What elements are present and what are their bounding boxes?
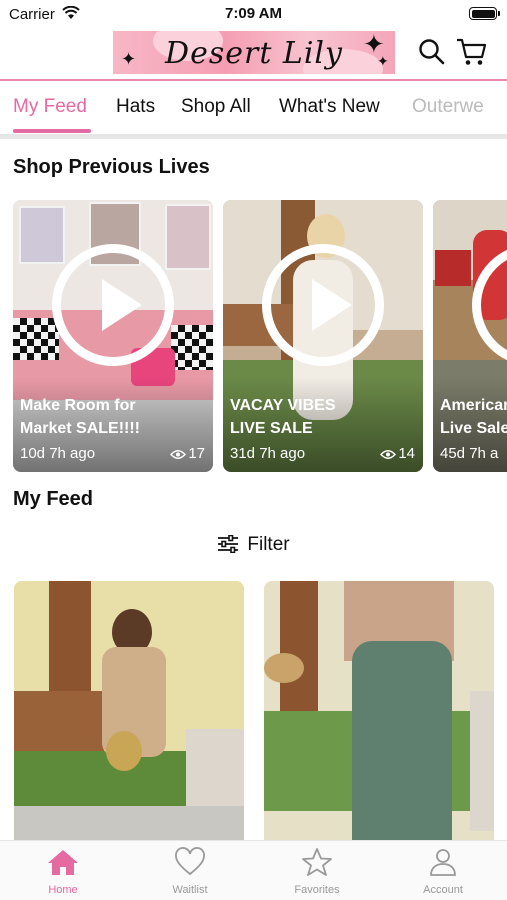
tab-label: Account [423, 884, 463, 896]
header-divider [0, 79, 507, 81]
filter-label: Filter [247, 534, 290, 555]
active-tab-indicator [13, 129, 91, 133]
category-tabs: My Feed Hats Shop All What's New Outerwe [0, 82, 507, 134]
view-count: 17 [170, 445, 205, 462]
tab-label: Favorites [294, 884, 340, 896]
person-icon [430, 849, 456, 876]
feed-product-card[interactable] [14, 581, 244, 851]
tab-home[interactable]: Home [13, 847, 113, 896]
star-icon [302, 848, 332, 876]
cart-icon[interactable] [456, 37, 488, 72]
battery-icon [469, 7, 500, 20]
tab-label: Waitlist [172, 884, 208, 896]
play-icon[interactable] [52, 244, 174, 366]
app-header: ✦ ✦ ✦ Desert Lily [0, 30, 507, 78]
sliders-icon [218, 534, 239, 554]
tab-favorites[interactable]: Favorites [267, 847, 367, 896]
search-icon[interactable] [418, 38, 446, 71]
live-age: 31d 7h ago [230, 445, 306, 462]
tab-shop-all[interactable]: Shop All [181, 96, 251, 118]
section-title-lives: Shop Previous Lives [13, 156, 210, 178]
view-count: 14 [380, 445, 415, 462]
logo-text: Desert Lily [165, 36, 343, 71]
logo[interactable]: ✦ ✦ ✦ Desert Lily [113, 31, 395, 74]
heart-icon [175, 847, 205, 876]
tab-outerwear[interactable]: Outerwe [412, 96, 484, 118]
tab-my-feed[interactable]: My Feed [13, 96, 87, 118]
status-bar: Carrier 7:09 AM [0, 0, 507, 28]
tabs-divider [0, 134, 507, 139]
tab-hats[interactable]: Hats [116, 96, 155, 118]
bottom-tab-bar: Home Waitlist Favorites Account [0, 840, 507, 900]
live-card[interactable]: Make Room for Market SALE!!!! 10d 7h ago… [13, 200, 213, 472]
section-title-feed: My Feed [13, 488, 94, 510]
live-card[interactable]: American Live Sale 45d 7h a [433, 200, 507, 472]
live-title: Make Room for Market SALE!!!! [20, 397, 141, 437]
tab-waitlist[interactable]: Waitlist [140, 847, 240, 896]
home-icon [48, 850, 78, 875]
clock: 7:09 AM [225, 5, 282, 22]
live-title: VACAY VIBES LIVE SALE [230, 397, 336, 437]
live-age: 45d 7h a [440, 445, 499, 462]
eye-icon [380, 450, 397, 459]
live-title: American Live Sale [440, 397, 507, 437]
tab-label: Home [48, 884, 78, 896]
tab-account[interactable]: Account [393, 847, 493, 896]
live-card[interactable]: VACAY VIBES LIVE SALE 31d 7h ago 14 [223, 200, 423, 472]
play-icon[interactable] [262, 244, 384, 366]
eye-icon [170, 450, 187, 459]
feed-product-card[interactable] [264, 581, 494, 851]
tab-whats-new[interactable]: What's New [279, 96, 380, 118]
live-age: 10d 7h ago [20, 445, 96, 462]
lives-carousel[interactable]: Make Room for Market SALE!!!! 10d 7h ago… [0, 200, 507, 472]
filter-button[interactable]: Filter [0, 534, 507, 556]
